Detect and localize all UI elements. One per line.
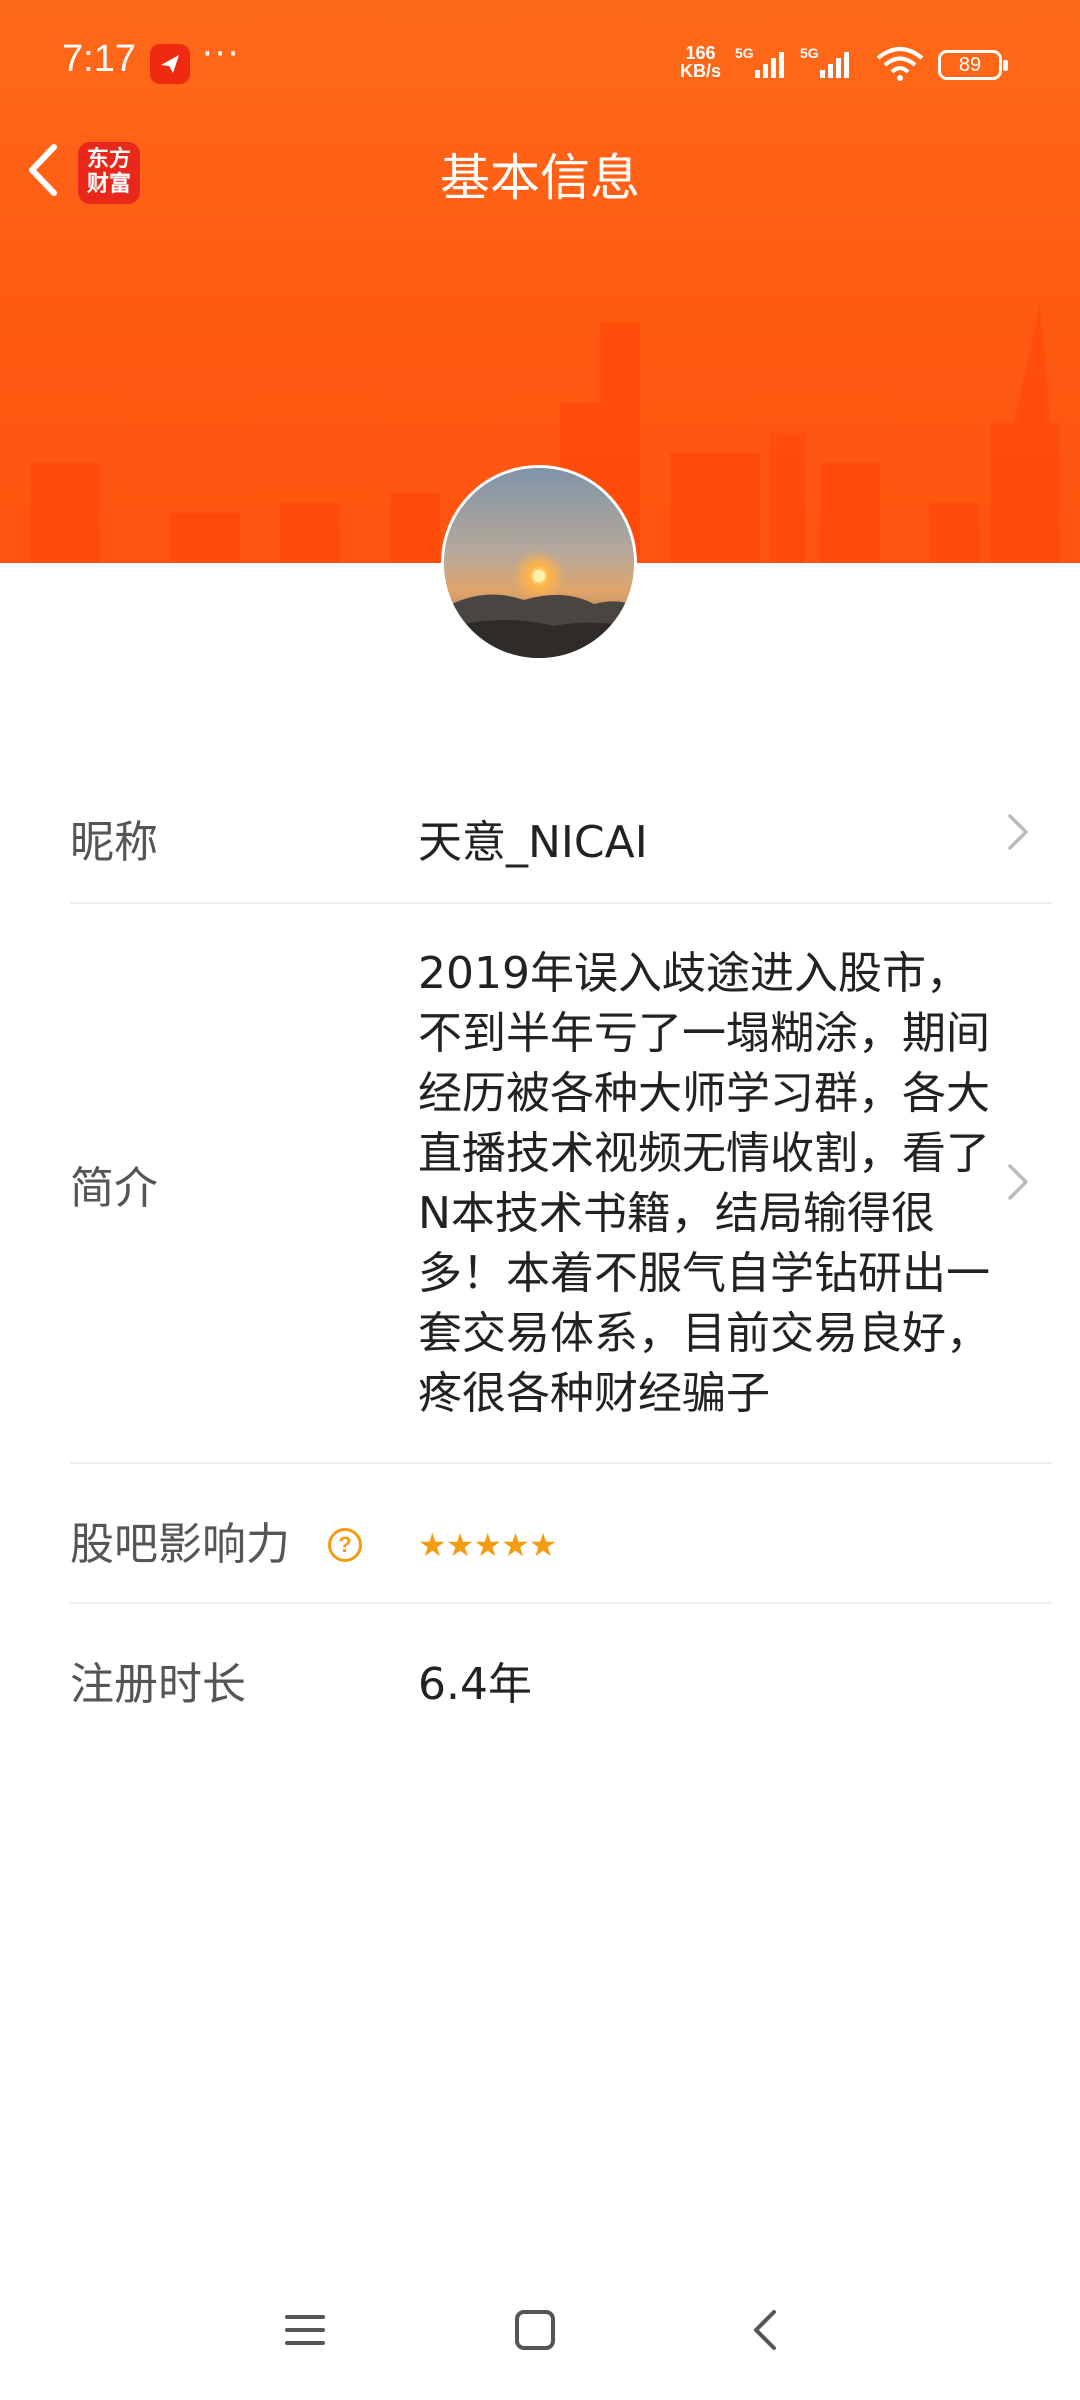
home-button[interactable] (485, 2280, 585, 2380)
menu-icon (285, 2315, 325, 2345)
bio-text: 2019年误入歧途进入股市，不到半年亏了一塌糊涂，期间经历被各种大师学习群，各大… (418, 948, 990, 1419)
registration-row: 注册时长 6.4年 (70, 1604, 1052, 1744)
svg-text:5G: 5G (800, 45, 819, 61)
wifi-icon (876, 47, 924, 81)
bio-label: 简介 (70, 1163, 158, 1214)
menu-button[interactable] (255, 2280, 355, 2380)
notification-app-icon (150, 44, 190, 84)
chevron-right-icon (1008, 1164, 1028, 1200)
battery-level: 89 (958, 53, 982, 76)
influence-stars: ★★★★★ (418, 1526, 557, 1564)
influence-label: 股吧影响力 (70, 1519, 290, 1570)
system-nav-bar (0, 2280, 1080, 2380)
page-title: 基本信息 (440, 149, 640, 207)
system-back-button[interactable] (715, 2280, 815, 2380)
screen: 7:17 ··· 166 KB/s 5G 5G 89 东方 财富 基本信息 昵称… (0, 0, 1080, 2400)
network-speed: 166 KB/s (680, 44, 721, 80)
home-icon (515, 2310, 555, 2350)
help-icon[interactable]: ? (328, 1528, 362, 1562)
status-time: 7:17 (62, 38, 136, 80)
more-notifications-icon: ··· (202, 34, 241, 74)
nickname-row[interactable]: 昵称 天意_NICAI (70, 760, 1052, 904)
system-back-icon (754, 2310, 776, 2350)
registration-value: 6.4年 (418, 1659, 532, 1710)
chevron-right-icon (1008, 814, 1028, 850)
influence-row: 股吧影响力 ? ★★★★★ (70, 1464, 1052, 1604)
nickname-label: 昵称 (70, 817, 158, 868)
registration-label: 注册时长 (70, 1659, 246, 1710)
bio-row[interactable]: 简介 2019年误入歧途进入股市，不到半年亏了一塌糊涂，期间经历被各种大师学习群… (70, 904, 1052, 1464)
avatar[interactable] (441, 465, 637, 661)
network-speed-unit: KB/s (680, 61, 722, 81)
avatar-sunset-image (444, 468, 634, 658)
network-speed-value: 166 (685, 43, 716, 63)
signal-1-icon: 5G (735, 45, 784, 78)
info-list: 昵称 天意_NICAI 简介 2019年误入歧途进入股市，不到半年亏了一塌糊涂，… (70, 760, 1052, 1744)
svg-text:5G: 5G (735, 45, 754, 61)
battery-indicator: 89 (938, 50, 1008, 80)
status-bar: 7:17 ··· 166 KB/s 5G 5G 89 (0, 0, 1080, 130)
signal-2-icon: 5G (800, 45, 849, 78)
nickname-value: 天意_NICAI (418, 817, 648, 868)
